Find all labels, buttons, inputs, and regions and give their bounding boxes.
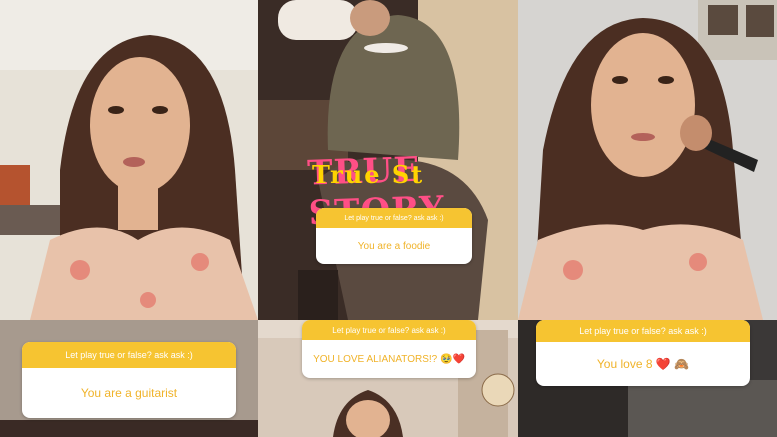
story-panel-right-top [518, 0, 777, 320]
answer-row: YOU LOVE ALIANATORS!? 🥹 ❤️ [302, 340, 476, 378]
answer-text: You are a foodie [357, 240, 431, 252]
question-header: Let play true or false? ask ask :) [22, 342, 236, 368]
story-panel-right-bottom: Let play true or false? ask ask :) You l… [518, 320, 777, 437]
question-sticker: Let play true or false? ask ask :) You a… [316, 208, 472, 264]
answer-text: You love 8 [596, 357, 653, 371]
question-header: Let play true or false? ask ask :) [302, 320, 476, 340]
makeup-photo [518, 0, 777, 320]
answer-row: You love 8 ❤️ 🙈 [536, 342, 750, 386]
story-panel-left-top [0, 0, 258, 320]
question-header: Let play true or false? ask ask :) [316, 208, 472, 228]
answer-text: YOU LOVE ALIANATORS!? [313, 353, 438, 365]
emoji-icon: 🥹 [440, 353, 453, 365]
question-sticker: Let play true or false? ask ask :) You a… [22, 342, 236, 418]
heart-icon: ❤️ [452, 353, 465, 365]
question-header: Let play true or false? ask ask :) [536, 320, 750, 342]
story-panel-left-bottom: Let play true or false? ask ask :) You a… [0, 320, 258, 437]
story-panel-center-bottom: Let play true or false? ask ask :) YOU L… [258, 320, 518, 437]
monkey-emoji-icon: 🙈 [674, 357, 690, 371]
question-sticker: Let play true or false? ask ask :) YOU L… [302, 320, 476, 378]
true-story-overlay-text: True St [312, 160, 425, 189]
answer-text: You are a guitarist [80, 386, 178, 400]
story-panel-center-top: TRUE STORY True St Let play true or fals… [258, 0, 518, 320]
heart-icon: ❤️ [655, 357, 671, 371]
portrait-photo [0, 0, 258, 320]
question-sticker: Let play true or false? ask ask :) You l… [536, 320, 750, 386]
